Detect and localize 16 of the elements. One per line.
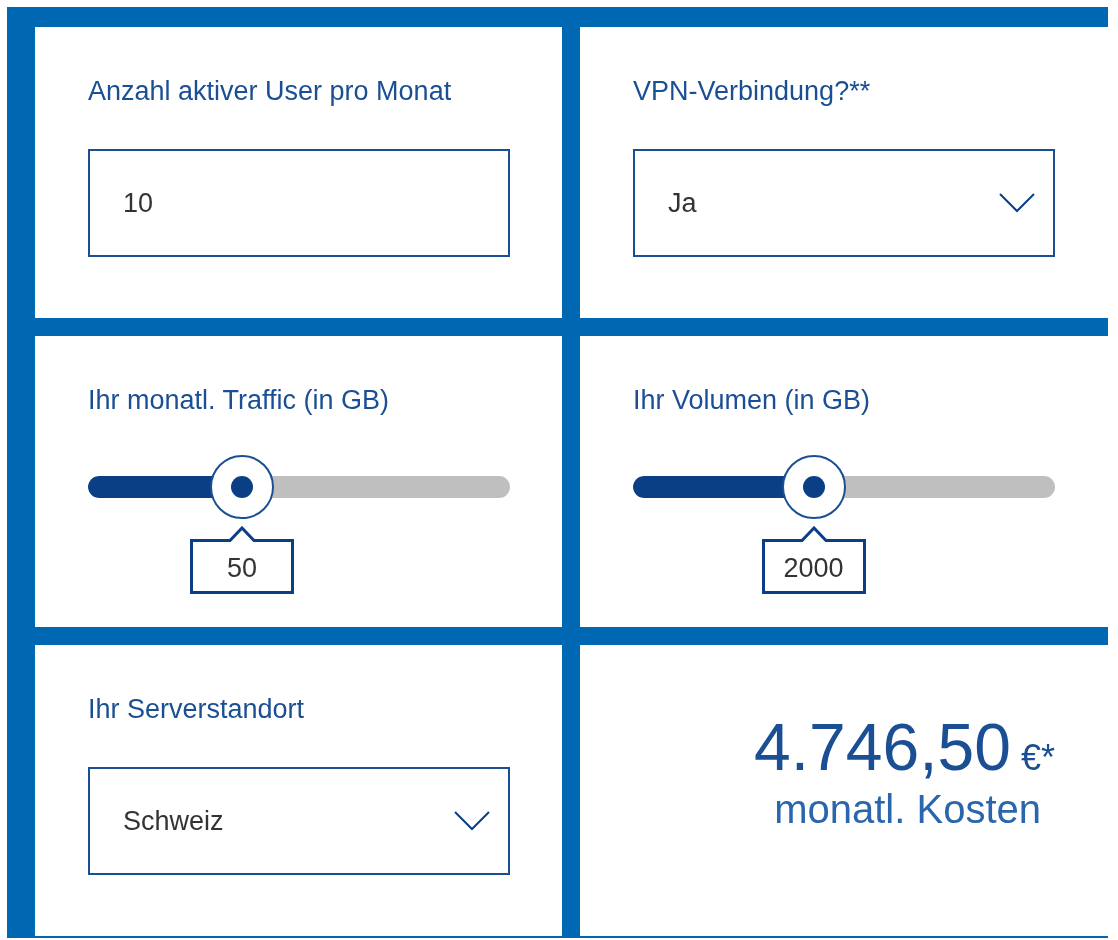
dropdown[interactable]: Schweiz bbox=[88, 767, 510, 875]
chevron-down-icon bbox=[999, 193, 1035, 213]
price-amount: 4.746,50 bbox=[754, 709, 1011, 786]
field-label: Anzahl aktiver User pro Monat bbox=[88, 75, 452, 107]
slider-thumb[interactable] bbox=[210, 455, 274, 519]
field-label: Ihr Serverstandort bbox=[88, 693, 305, 725]
price-currency: €* bbox=[1020, 737, 1055, 779]
field-label: Ihr Volumen (in GB) bbox=[633, 384, 871, 416]
chevron-down-icon bbox=[454, 811, 490, 831]
input-field[interactable]: 10 bbox=[88, 149, 510, 257]
value-tooltip: 50 bbox=[190, 526, 294, 594]
dropdown[interactable]: Ja bbox=[633, 149, 1055, 257]
price-caption: monatl. Kosten bbox=[774, 787, 1041, 832]
field-label: Ihr monatl. Traffic (in GB) bbox=[88, 384, 390, 416]
value-tooltip: 2000 bbox=[761, 526, 866, 594]
field-label: VPN-Verbindung?** bbox=[633, 75, 871, 107]
